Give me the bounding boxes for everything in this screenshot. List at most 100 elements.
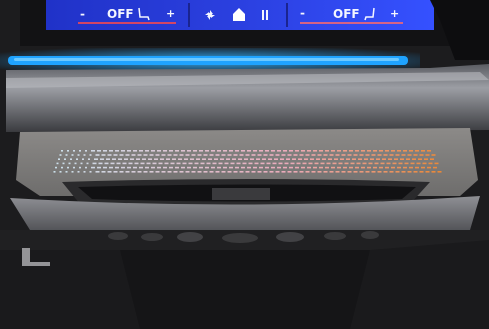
light-dash [166, 158, 170, 160]
passenger-minus-button[interactable]: - [300, 6, 305, 20]
light-dash [425, 154, 430, 156]
light-dash [242, 162, 247, 165]
light-dash [139, 166, 143, 169]
light-dash [181, 166, 185, 169]
light-dash [413, 154, 418, 156]
light-dash [245, 171, 250, 173]
light-dash [316, 158, 320, 160]
light-dash [71, 171, 74, 173]
console-button[interactable] [177, 232, 203, 242]
light-dash [391, 150, 395, 152]
light-dash [56, 162, 59, 165]
light-dash [362, 162, 367, 165]
light-dash [238, 158, 242, 160]
light-dash [223, 166, 227, 169]
light-dash [67, 150, 69, 152]
vent-center-tab[interactable] [212, 188, 270, 200]
light-dash [269, 171, 274, 173]
light-dash [91, 150, 95, 152]
light-dash [293, 154, 298, 156]
light-dash [115, 166, 119, 169]
light-dash [191, 171, 196, 173]
light-dash [394, 158, 398, 160]
light-dash [247, 166, 251, 169]
console-button[interactable] [141, 233, 163, 241]
light-dash [151, 150, 155, 152]
light-dash [158, 162, 163, 165]
light-dash [103, 150, 107, 152]
light-dash [140, 162, 145, 165]
passenger-temp-bar [300, 22, 403, 24]
light-dash [329, 171, 334, 173]
light-dash [230, 162, 235, 165]
light-dash [361, 166, 365, 169]
light-dash [328, 158, 332, 160]
light-dash [305, 154, 310, 156]
light-dash [433, 166, 437, 169]
light-dash [97, 150, 101, 152]
light-dash [295, 150, 299, 152]
console-button[interactable] [222, 233, 258, 243]
light-dash [221, 171, 226, 173]
light-dash [361, 150, 365, 152]
light-dash [137, 171, 142, 173]
light-dash [335, 154, 340, 156]
light-dash [110, 162, 115, 165]
light-dash [197, 154, 202, 156]
light-dash [254, 162, 259, 165]
light-dash [202, 158, 206, 160]
driver-minus-button[interactable]: - [80, 7, 85, 21]
light-dash [119, 171, 124, 173]
light-dash [437, 171, 442, 173]
light-dash [145, 166, 149, 169]
light-dash [95, 171, 100, 173]
light-dash [235, 150, 239, 152]
light-dash [349, 166, 353, 169]
light-dash [218, 162, 223, 165]
light-dash [353, 154, 358, 156]
console-button[interactable] [276, 232, 304, 242]
light-dash [371, 171, 376, 173]
light-dash [383, 154, 388, 156]
console-button[interactable] [324, 232, 346, 240]
light-dash [347, 154, 352, 156]
light-dash [55, 166, 57, 169]
light-dash [235, 166, 239, 169]
light-dash [113, 154, 118, 156]
light-dash [422, 162, 427, 165]
light-dash [173, 154, 178, 156]
light-dash [386, 162, 391, 165]
light-dash [167, 154, 172, 156]
driver-plus-button[interactable]: + [166, 7, 175, 20]
light-dash [287, 171, 292, 173]
light-dash [337, 150, 341, 152]
light-dash [187, 150, 191, 152]
light-dash [113, 171, 118, 173]
light-dash [250, 158, 254, 160]
light-dash [317, 171, 322, 173]
light-dash [94, 158, 98, 160]
console-button[interactable] [108, 232, 128, 240]
passenger-seat-heat-status[interactable]: OFF [333, 7, 360, 21]
light-dash [343, 166, 347, 169]
light-dash [85, 150, 87, 152]
light-dash [430, 158, 434, 160]
driver-seat-heat-status[interactable]: OFF [107, 7, 134, 21]
light-dash [295, 166, 299, 169]
light-dash [247, 150, 251, 152]
console-button[interactable] [361, 231, 379, 239]
light-dash [380, 162, 385, 165]
light-dash [185, 171, 190, 173]
light-dash [236, 162, 241, 165]
light-dash [268, 158, 272, 160]
light-dash [352, 158, 356, 160]
light-dash [152, 162, 157, 165]
light-dash [163, 166, 167, 169]
passenger-plus-button[interactable]: + [390, 7, 399, 20]
light-dash [224, 162, 229, 165]
light-dash [214, 158, 218, 160]
light-dash [335, 171, 340, 173]
light-dash [365, 171, 370, 173]
light-dash [190, 158, 194, 160]
light-dash [164, 162, 169, 165]
